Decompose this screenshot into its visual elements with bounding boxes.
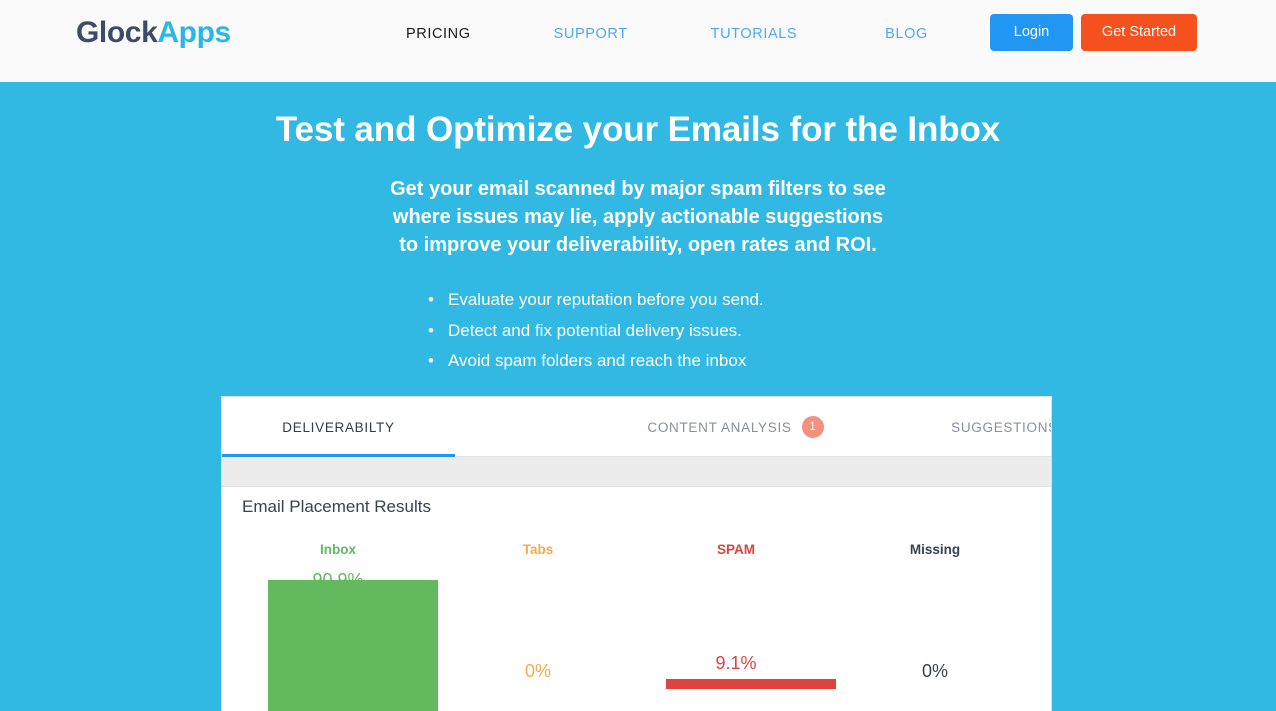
chart-label-missing: Missing — [909, 542, 961, 557]
site-logo[interactable]: GlockApps — [76, 14, 231, 52]
chart-column-tabs: Tabs 0% — [438, 541, 638, 711]
hero-section: Test and Optimize your Emails for the In… — [0, 82, 1276, 711]
results-tab-bar: DELIVERABILTY CONTENT ANALYSIS 1 SUGGEST… — [222, 397, 1051, 457]
tab-suggestions-label: SUGGESTIONS — [951, 419, 1052, 435]
chart-label-spam: SPAM — [716, 542, 755, 557]
nav-item-tutorials[interactable]: TUTORIALS — [711, 24, 798, 44]
hero-benefit-item-2: Detect and fix potential delivery issues… — [428, 316, 848, 347]
nav-item-pricing[interactable]: PRICING — [406, 24, 471, 44]
hero-benefit-item-1: Evaluate your reputation before you send… — [428, 285, 848, 316]
chart-bar-spam — [666, 679, 836, 689]
tab-suggestions[interactable]: SUGGESTIONS 2 — [902, 397, 1052, 457]
email-placement-results-heading: Email Placement Results — [242, 497, 431, 516]
hero-subtitle: Get your email scanned by major spam fil… — [0, 175, 1276, 259]
chart-column-missing: Missing 0% — [835, 541, 1035, 711]
email-placement-bar-chart: Inbox 90.9% Tabs 0% SPAM 9.1% — [222, 541, 1051, 711]
main-navigation: PRICING SUPPORT TUTORIALS BLOG — [406, 24, 928, 44]
chart-column-inbox: Inbox 90.9% — [238, 541, 438, 711]
login-button[interactable]: Login — [990, 14, 1073, 51]
page-root: GlockApps PRICING SUPPORT TUTORIALS BLOG… — [0, 0, 1276, 711]
tab-content-analysis[interactable]: CONTENT ANALYSIS 1 — [617, 397, 854, 457]
nav-item-support[interactable]: SUPPORT — [554, 24, 628, 44]
hero-benefit-list: Evaluate your reputation before you send… — [0, 285, 1276, 377]
chart-value-tabs: 0% — [524, 661, 551, 681]
nav-item-blog[interactable]: BLOG — [885, 24, 928, 44]
hero-subtitle-line-3: to improve your deliverability, open rat… — [399, 234, 877, 256]
tab-content-analysis-badge: 1 — [801, 416, 824, 438]
tab-deliverability-label: DELIVERABILTY — [282, 419, 395, 435]
chart-bar-inbox — [268, 580, 438, 711]
chart-value-spam: 9.1% — [715, 653, 757, 673]
results-card-body: Email Placement Results Inbox 90.9% Tabs… — [222, 487, 1051, 711]
get-started-button[interactable]: Get Started — [1081, 14, 1197, 51]
chart-column-spam: SPAM 9.1% — [636, 541, 836, 711]
logo-text-primary: Glock — [76, 16, 158, 49]
hero-subtitle-line-1: Get your email scanned by major spam fil… — [390, 178, 886, 200]
chart-value-missing: 0% — [921, 661, 948, 681]
chart-label-inbox: Inbox — [320, 542, 356, 557]
header-actions: Login Get Started — [990, 14, 1197, 51]
toolbar-strip — [222, 457, 1051, 487]
results-card: DELIVERABILTY CONTENT ANALYSIS 1 SUGGEST… — [221, 396, 1052, 711]
hero-benefit-item-3: Avoid spam folders and reach the inbox — [428, 346, 848, 377]
chart-label-tabs: Tabs — [522, 542, 554, 557]
logo-text-accent: Apps — [157, 16, 231, 49]
tab-content-analysis-label: CONTENT ANALYSIS — [647, 419, 792, 435]
tab-deliverability[interactable]: DELIVERABILTY — [222, 397, 455, 457]
site-header: GlockApps PRICING SUPPORT TUTORIALS BLOG… — [0, 0, 1276, 82]
hero-subtitle-line-2: where issues may lie, apply actionable s… — [392, 206, 884, 228]
hero-title: Test and Optimize your Emails for the In… — [275, 110, 1001, 149]
